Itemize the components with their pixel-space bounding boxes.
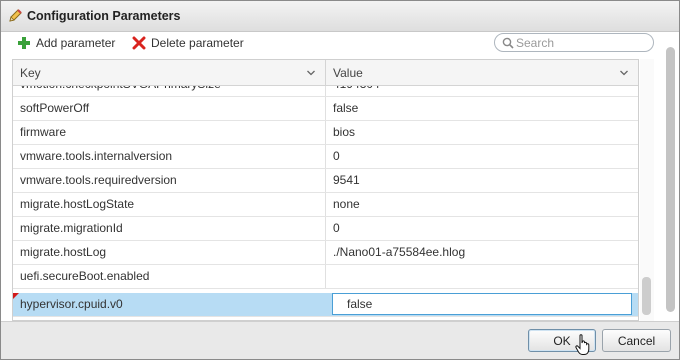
table-row[interactable]: vmware.tools.requiredversion 9541 xyxy=(13,169,638,193)
configuration-parameters-dialog: Configuration Parameters Add parameter D… xyxy=(0,0,680,360)
cell-value: bios xyxy=(333,125,356,139)
pencil-icon xyxy=(9,9,22,22)
search-box[interactable] xyxy=(494,33,654,52)
cell-key: uefi.secureBoot.enabled xyxy=(13,265,326,288)
value-edit-field[interactable] xyxy=(332,293,632,315)
column-header-key-label: Key xyxy=(20,65,41,80)
table-row[interactable]: firmware bios xyxy=(13,121,638,145)
table-row[interactable]: migrate.migrationId 0 xyxy=(13,217,638,241)
search-input[interactable] xyxy=(516,35,646,50)
cell-key: firmware xyxy=(13,121,326,144)
cell-value: 9541 xyxy=(333,173,360,187)
delete-parameter-label: Delete parameter xyxy=(151,36,244,50)
table-row[interactable]: migrate.hostLogState none xyxy=(13,193,638,217)
cell-value: 4194304 xyxy=(326,86,638,96)
cell-key: vmware.tools.internalversion xyxy=(13,145,326,168)
cell-value: none xyxy=(333,197,360,211)
table-row[interactable]: vmware.tools.internalversion 0 xyxy=(13,145,638,169)
grid-header: Key Value xyxy=(13,60,638,86)
cell-value xyxy=(326,265,638,288)
dialog-titlebar: Configuration Parameters xyxy=(1,1,679,32)
delete-x-icon xyxy=(132,36,146,50)
dialog-scrollbar-thumb[interactable] xyxy=(666,47,675,312)
dialog-footer: OK Cancel xyxy=(1,321,679,359)
column-header-value[interactable]: Value xyxy=(326,60,638,85)
grid-body: vmotion.checkpointSVGAPrimarySize 419430… xyxy=(13,86,638,320)
delete-parameter-button[interactable]: Delete parameter xyxy=(132,34,244,52)
chevron-down-icon[interactable] xyxy=(619,68,629,78)
cell-key: migrate.hostLog xyxy=(13,241,326,264)
cell-key: hypervisor.cpuid.v0 xyxy=(13,293,326,316)
column-header-value-label: Value xyxy=(333,65,363,80)
table-row-selected[interactable]: hypervisor.cpuid.v0 xyxy=(13,293,638,317)
dialog-scrollbar[interactable] xyxy=(665,47,676,312)
ok-button[interactable]: OK xyxy=(528,329,596,352)
table-row[interactable]: softPowerOff false xyxy=(13,97,638,121)
cell-key: vmware.tools.requiredversion xyxy=(13,169,326,192)
cell-key: migrate.migrationId xyxy=(13,217,326,240)
table-row[interactable]: uefi.secureBoot.enabled xyxy=(13,265,638,289)
cell-key: migrate.hostLogState xyxy=(13,193,326,216)
search-icon xyxy=(502,37,514,49)
parameters-grid: Key Value vmotion.checkpointSVGAPrimaryS… xyxy=(12,59,639,321)
grid-scrollbar-thumb[interactable] xyxy=(642,277,651,315)
column-header-key[interactable]: Key xyxy=(13,60,326,85)
cell-value: 0 xyxy=(333,149,340,163)
add-parameter-label: Add parameter xyxy=(36,36,116,50)
cell-value: 0 xyxy=(333,221,340,235)
cancel-button[interactable]: Cancel xyxy=(602,329,671,352)
cell-value: false xyxy=(333,101,359,115)
dialog-title: Configuration Parameters xyxy=(27,9,181,23)
grid-scrollbar[interactable] xyxy=(640,59,654,321)
cell-key: vmotion.checkpointSVGAPrimarySize xyxy=(13,86,326,96)
add-parameter-button[interactable]: Add parameter xyxy=(17,34,115,52)
table-row[interactable]: vmotion.checkpointSVGAPrimarySize 419430… xyxy=(13,86,638,97)
cell-key: softPowerOff xyxy=(13,97,326,120)
chevron-down-icon[interactable] xyxy=(306,68,316,78)
table-row[interactable]: migrate.hostLog ./Nano01-a75584ee.hlog xyxy=(13,241,638,265)
cell-value: ./Nano01-a75584ee.hlog xyxy=(333,245,466,259)
plus-icon xyxy=(18,37,30,49)
